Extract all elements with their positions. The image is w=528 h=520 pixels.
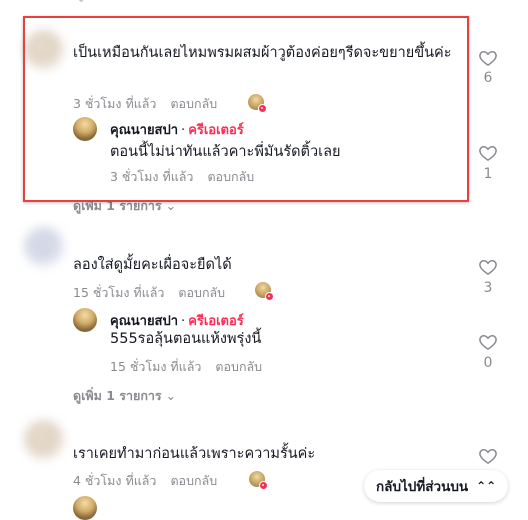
reply-meta: 15 ชั่วโมง ที่แล้ว ตอบกลับ	[110, 357, 262, 377]
reply-button[interactable]: ตอบกลับ	[170, 471, 217, 491]
comment-time: 4 ชั่วโมง ที่แล้ว	[73, 473, 157, 488]
back-to-top-button[interactable]: กลับไปที่ส่วนบน ⌃⌃	[364, 470, 509, 502]
heart-badge-icon	[259, 481, 268, 490]
creator-avatar[interactable]	[73, 308, 97, 332]
see-more-replies-top-partial[interactable]: ⌄	[72, 0, 86, 5]
highlight-box	[23, 16, 469, 202]
reply-time: 15 ชั่วโมง ที่แล้ว	[110, 359, 202, 374]
chevron-down-icon: ⌄	[76, 0, 86, 5]
comment-time: 15 ชั่วโมง ที่แล้ว	[73, 285, 165, 300]
comment-meta: 15 ชั่วโมง ที่แล้ว ตอบกลับ	[73, 283, 225, 303]
commenter-avatar[interactable]	[24, 227, 64, 267]
reply-button[interactable]: ตอบกลับ	[215, 357, 262, 377]
comment-meta: 4 ชั่วโมง ที่แล้ว ตอบกลับ	[73, 471, 217, 491]
heart-badge-icon	[265, 292, 274, 301]
like-count: 3	[483, 280, 493, 296]
chevron-down-icon: ⌄	[165, 388, 177, 403]
reply-text: 555รอลุ้นตอนแห้งพรุ่งนี้	[110, 331, 262, 347]
creator-avatar-partial	[73, 496, 97, 520]
heart-icon[interactable]	[478, 332, 498, 352]
like-count: 1	[483, 166, 493, 182]
heart-icon[interactable]	[478, 257, 498, 277]
reply-button[interactable]: ตอบกลับ	[178, 283, 225, 303]
like-count: 0	[483, 355, 493, 371]
comment-text: ลองใส่ดูมั้ยคะเผื่อจะยืดได้	[73, 257, 232, 273]
back-to-top-label: กลับไปที่ส่วนบน	[376, 479, 469, 495]
heart-icon[interactable]	[478, 143, 498, 163]
reply-username[interactable]: คุณนายสปา	[110, 314, 178, 329]
heart-icon[interactable]	[478, 446, 498, 466]
comment-text: เราเคยทำมาก่อนแล้วเพราะความรั้นค่ะ	[73, 446, 316, 462]
separator-dot: ·	[181, 314, 186, 329]
see-more-replies[interactable]: ดูเพิ่ม 1 รายการ ⌄	[73, 386, 176, 406]
heart-icon[interactable]	[478, 48, 498, 68]
creator-liked-avatar	[249, 471, 268, 490]
creator-liked-avatar	[255, 282, 274, 301]
double-chevron-up-icon: ⌃⌃	[476, 479, 497, 493]
like-count: 6	[483, 70, 493, 86]
see-more-label: ดูเพิ่ม 1 รายการ	[73, 388, 162, 403]
creator-badge: ครีเอเตอร์	[188, 314, 244, 329]
commenter-avatar[interactable]	[24, 420, 64, 460]
